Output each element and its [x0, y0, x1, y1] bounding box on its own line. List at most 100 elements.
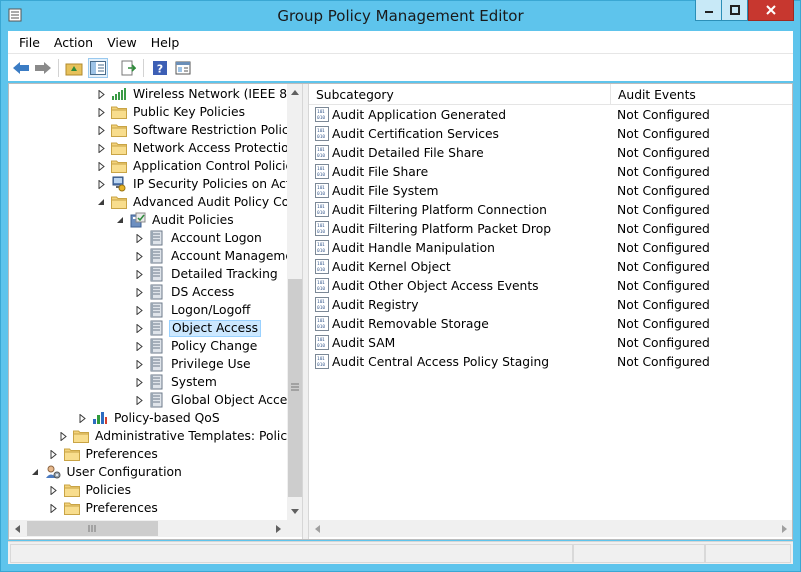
- expand-toggle[interactable]: [132, 249, 146, 263]
- expand-toggle[interactable]: [47, 501, 61, 515]
- expand-toggle[interactable]: [132, 303, 146, 317]
- list-row[interactable]: 10 1 010 Audit Handle Manipulation Not Confi…: [309, 238, 792, 257]
- list-row[interactable]: 10 1 010 Audit Certification Services Not Co…: [309, 124, 792, 143]
- tree-item[interactable]: Account Management: [132, 247, 287, 265]
- tree-item[interactable]: System: [132, 373, 219, 391]
- tree-item[interactable]: Administrative Templates: Policy defi: [56, 427, 287, 445]
- expand-toggle[interactable]: [94, 141, 108, 155]
- up-one-level-button[interactable]: [64, 58, 84, 78]
- properties-button[interactable]: [173, 58, 193, 78]
- tree-item-label: DS Access: [171, 285, 235, 299]
- collapse-toggle[interactable]: [94, 195, 108, 209]
- tree-item[interactable]: Software Restriction Policies: [94, 121, 287, 139]
- tree-item[interactable]: Privilege Use: [132, 355, 253, 373]
- maximize-button[interactable]: [721, 0, 748, 21]
- expand-toggle[interactable]: [47, 483, 61, 497]
- tree-item[interactable]: Policy Change: [132, 337, 259, 355]
- audit-events-value: Not Configured: [617, 259, 710, 274]
- list-row[interactable]: 10 1 010 Audit Other Object Access Events No…: [309, 276, 792, 295]
- tree-item[interactable]: IP Security Policies on Active Di: [94, 175, 287, 193]
- list-row[interactable]: 10 1 010 Audit Removable Storage Not Configu…: [309, 314, 792, 333]
- menu-view[interactable]: View: [100, 35, 144, 50]
- scroll-right-button[interactable]: [776, 520, 792, 537]
- tree-item[interactable]: Advanced Audit Policy Configu: [94, 193, 287, 211]
- scroll-down-button[interactable]: [287, 503, 302, 520]
- scroll-left-button[interactable]: [9, 520, 26, 537]
- expand-toggle[interactable]: [94, 105, 108, 119]
- list-row[interactable]: 10 1 010 Audit Application Generated Not Con…: [309, 105, 792, 124]
- tree-item[interactable]: Audit Policies: [113, 211, 236, 229]
- tree-item-label: Account Management: [171, 249, 287, 263]
- tree-item[interactable]: Wireless Network (IEEE 802.11: [94, 85, 287, 103]
- menu-file[interactable]: File: [12, 35, 47, 50]
- tree-item[interactable]: Account Logon: [132, 229, 264, 247]
- list-row[interactable]: 10 1 010 Audit Detailed File Share Not Confi…: [309, 143, 792, 162]
- audit-events-value: Not Configured: [617, 221, 710, 236]
- expand-toggle[interactable]: [132, 231, 146, 245]
- expand-toggle[interactable]: [94, 177, 108, 191]
- expand-toggle[interactable]: [47, 447, 61, 461]
- scroll-up-button[interactable]: [287, 84, 302, 101]
- audit-events-value: Not Configured: [617, 126, 710, 141]
- list-row[interactable]: 10 1 010 Audit Filtering Platform Packet Dr…: [309, 219, 792, 238]
- menu-action[interactable]: Action: [47, 35, 100, 50]
- qos-chart-icon: [92, 410, 108, 426]
- expand-toggle[interactable]: [56, 429, 70, 443]
- help-button[interactable]: ?: [150, 58, 170, 78]
- expand-toggle[interactable]: [132, 285, 146, 299]
- list-row[interactable]: 10 1 010 Audit SAM Not Configured: [309, 333, 792, 352]
- collapse-toggle[interactable]: [113, 213, 127, 227]
- expand-toggle[interactable]: [132, 375, 146, 389]
- close-button[interactable]: [748, 0, 794, 21]
- tree-item[interactable]: Network Access Protection: [94, 139, 287, 157]
- expand-toggle[interactable]: [94, 159, 108, 173]
- list-row[interactable]: 10 1 010 Audit Central Access Policy Stagin…: [309, 352, 792, 371]
- collapse-toggle[interactable]: [28, 465, 42, 479]
- list-row[interactable]: 10 1 010 Audit Registry Not Configured: [309, 295, 792, 314]
- column-audit-events[interactable]: Audit Events: [611, 84, 792, 105]
- scroll-left-button[interactable]: [309, 520, 326, 537]
- menu-help[interactable]: Help: [144, 35, 187, 50]
- tree-item[interactable]: Public Key Policies: [94, 103, 247, 121]
- tree-item[interactable]: Policy-based QoS: [75, 409, 222, 427]
- expand-toggle[interactable]: [94, 123, 108, 137]
- tree-item[interactable]: Policies: [47, 481, 133, 499]
- list-horizontal-scrollbar[interactable]: [309, 520, 792, 537]
- content-area: Wireless Network (IEEE 802.11 Public Key …: [8, 83, 793, 540]
- title-bar[interactable]: Group Policy Management Editor: [0, 0, 801, 31]
- tree-vertical-scrollbar[interactable]: [287, 84, 302, 520]
- tree-item[interactable]: Detailed Tracking: [132, 265, 280, 283]
- forward-button[interactable]: [33, 58, 53, 78]
- tree-item[interactable]: Preferences: [47, 445, 160, 463]
- tree-item[interactable]: Application Control Policies: [94, 157, 287, 175]
- minimize-button[interactable]: [695, 0, 721, 21]
- audit-events-value: Not Configured: [617, 297, 710, 312]
- column-subcategory[interactable]: Subcategory: [309, 84, 611, 105]
- list-row[interactable]: 10 1 010 Audit Filtering Platform Connectio…: [309, 200, 792, 219]
- tree-item[interactable]: DS Access: [132, 283, 236, 301]
- expand-toggle[interactable]: [75, 411, 89, 425]
- expand-toggle[interactable]: [132, 267, 146, 281]
- list-row[interactable]: 10 1 010 Audit File Share Not Configured: [309, 162, 792, 181]
- list-row[interactable]: 10 1 010 Audit Kernel Object Not Configured: [309, 257, 792, 276]
- list-row[interactable]: 10 1 010 Audit File System Not Configured: [309, 181, 792, 200]
- tree-item[interactable]: Object Access: [132, 319, 262, 337]
- tree-item[interactable]: Preferences: [47, 499, 160, 517]
- tree-item[interactable]: Logon/Logoff: [132, 301, 252, 319]
- expand-toggle[interactable]: [132, 321, 146, 335]
- chevron-right-icon: [782, 524, 787, 533]
- wireless-icon: [111, 86, 127, 102]
- expand-toggle[interactable]: [94, 87, 108, 101]
- expand-toggle[interactable]: [132, 339, 146, 353]
- tree-item[interactable]: Global Object Access A: [132, 391, 287, 409]
- export-list-button[interactable]: [118, 58, 138, 78]
- tree-horizontal-scrollbar[interactable]: [9, 520, 302, 537]
- tree-item[interactable]: User Configuration: [28, 463, 184, 481]
- scroll-right-button[interactable]: [270, 520, 287, 537]
- expand-toggle[interactable]: [132, 357, 146, 371]
- back-button[interactable]: [11, 58, 31, 78]
- tree-horizontal-scroll-thumb[interactable]: [27, 521, 158, 536]
- show-hide-tree-button[interactable]: [88, 58, 108, 78]
- expand-toggle[interactable]: [132, 393, 146, 407]
- tree-item-label: Public Key Policies: [133, 105, 245, 119]
